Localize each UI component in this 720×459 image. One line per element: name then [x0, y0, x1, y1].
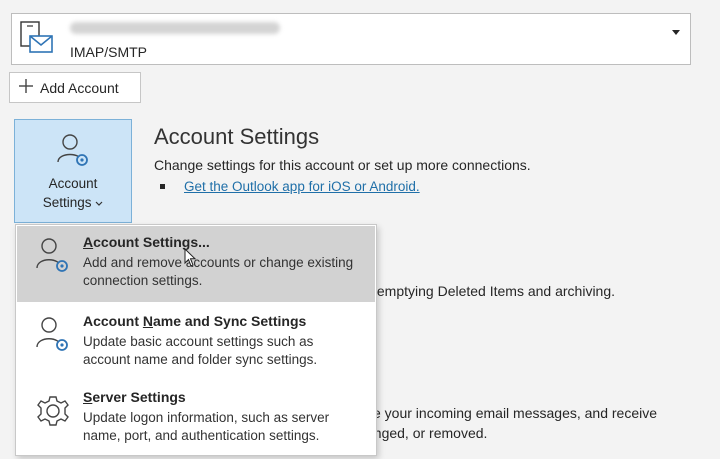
mailbox-icon — [20, 20, 60, 65]
section-title: Account Settings — [154, 124, 320, 149]
add-account-label: Add Account — [40, 79, 119, 96]
gear-icon — [35, 391, 71, 436]
menu-item-account-name-sync[interactable]: Account Name and Sync Settings Update ba… — [17, 305, 375, 377]
menu-item-description: Add and remove accounts or change existi… — [83, 255, 354, 288]
background-text: y emptying Deleted Items and archiving. — [366, 283, 616, 299]
account-email-redacted — [70, 22, 280, 34]
menu-item-server-settings[interactable]: Server Settings Update logon information… — [17, 381, 375, 453]
add-account-button[interactable]: Add Account — [9, 72, 141, 103]
user-gear-icon — [35, 236, 71, 281]
account-settings-button-label: Account Settings — [15, 174, 131, 212]
mouse-cursor-icon — [184, 247, 198, 273]
background-text: ze your incoming email messages, and rec… — [366, 405, 658, 421]
section-description: Change settings for this account or set … — [154, 157, 531, 173]
chevron-down-icon[interactable] — [672, 30, 680, 35]
user-gear-icon — [56, 132, 92, 175]
menu-item-description: Update logon information, such as server… — [83, 410, 330, 443]
plus-icon — [18, 78, 34, 97]
background-text: anged, or removed. — [366, 425, 488, 441]
menu-item-title: Account Name and Sync Settings — [83, 313, 307, 329]
account-settings-dropdown-button[interactable]: Account Settings — [14, 119, 132, 223]
chevron-down-icon — [95, 195, 103, 210]
menu-item-title: Server Settings — [83, 389, 186, 405]
account-type: IMAP/SMTP — [70, 44, 148, 60]
outlook-app-link[interactable]: Get the Outlook app for iOS or Android. — [184, 179, 420, 194]
account-selector[interactable]: IMAP/SMTP — [11, 13, 691, 65]
bullet-icon — [160, 184, 165, 189]
menu-item-description: Update basic account settings such as ac… — [83, 334, 318, 367]
user-gear-icon — [35, 315, 71, 360]
